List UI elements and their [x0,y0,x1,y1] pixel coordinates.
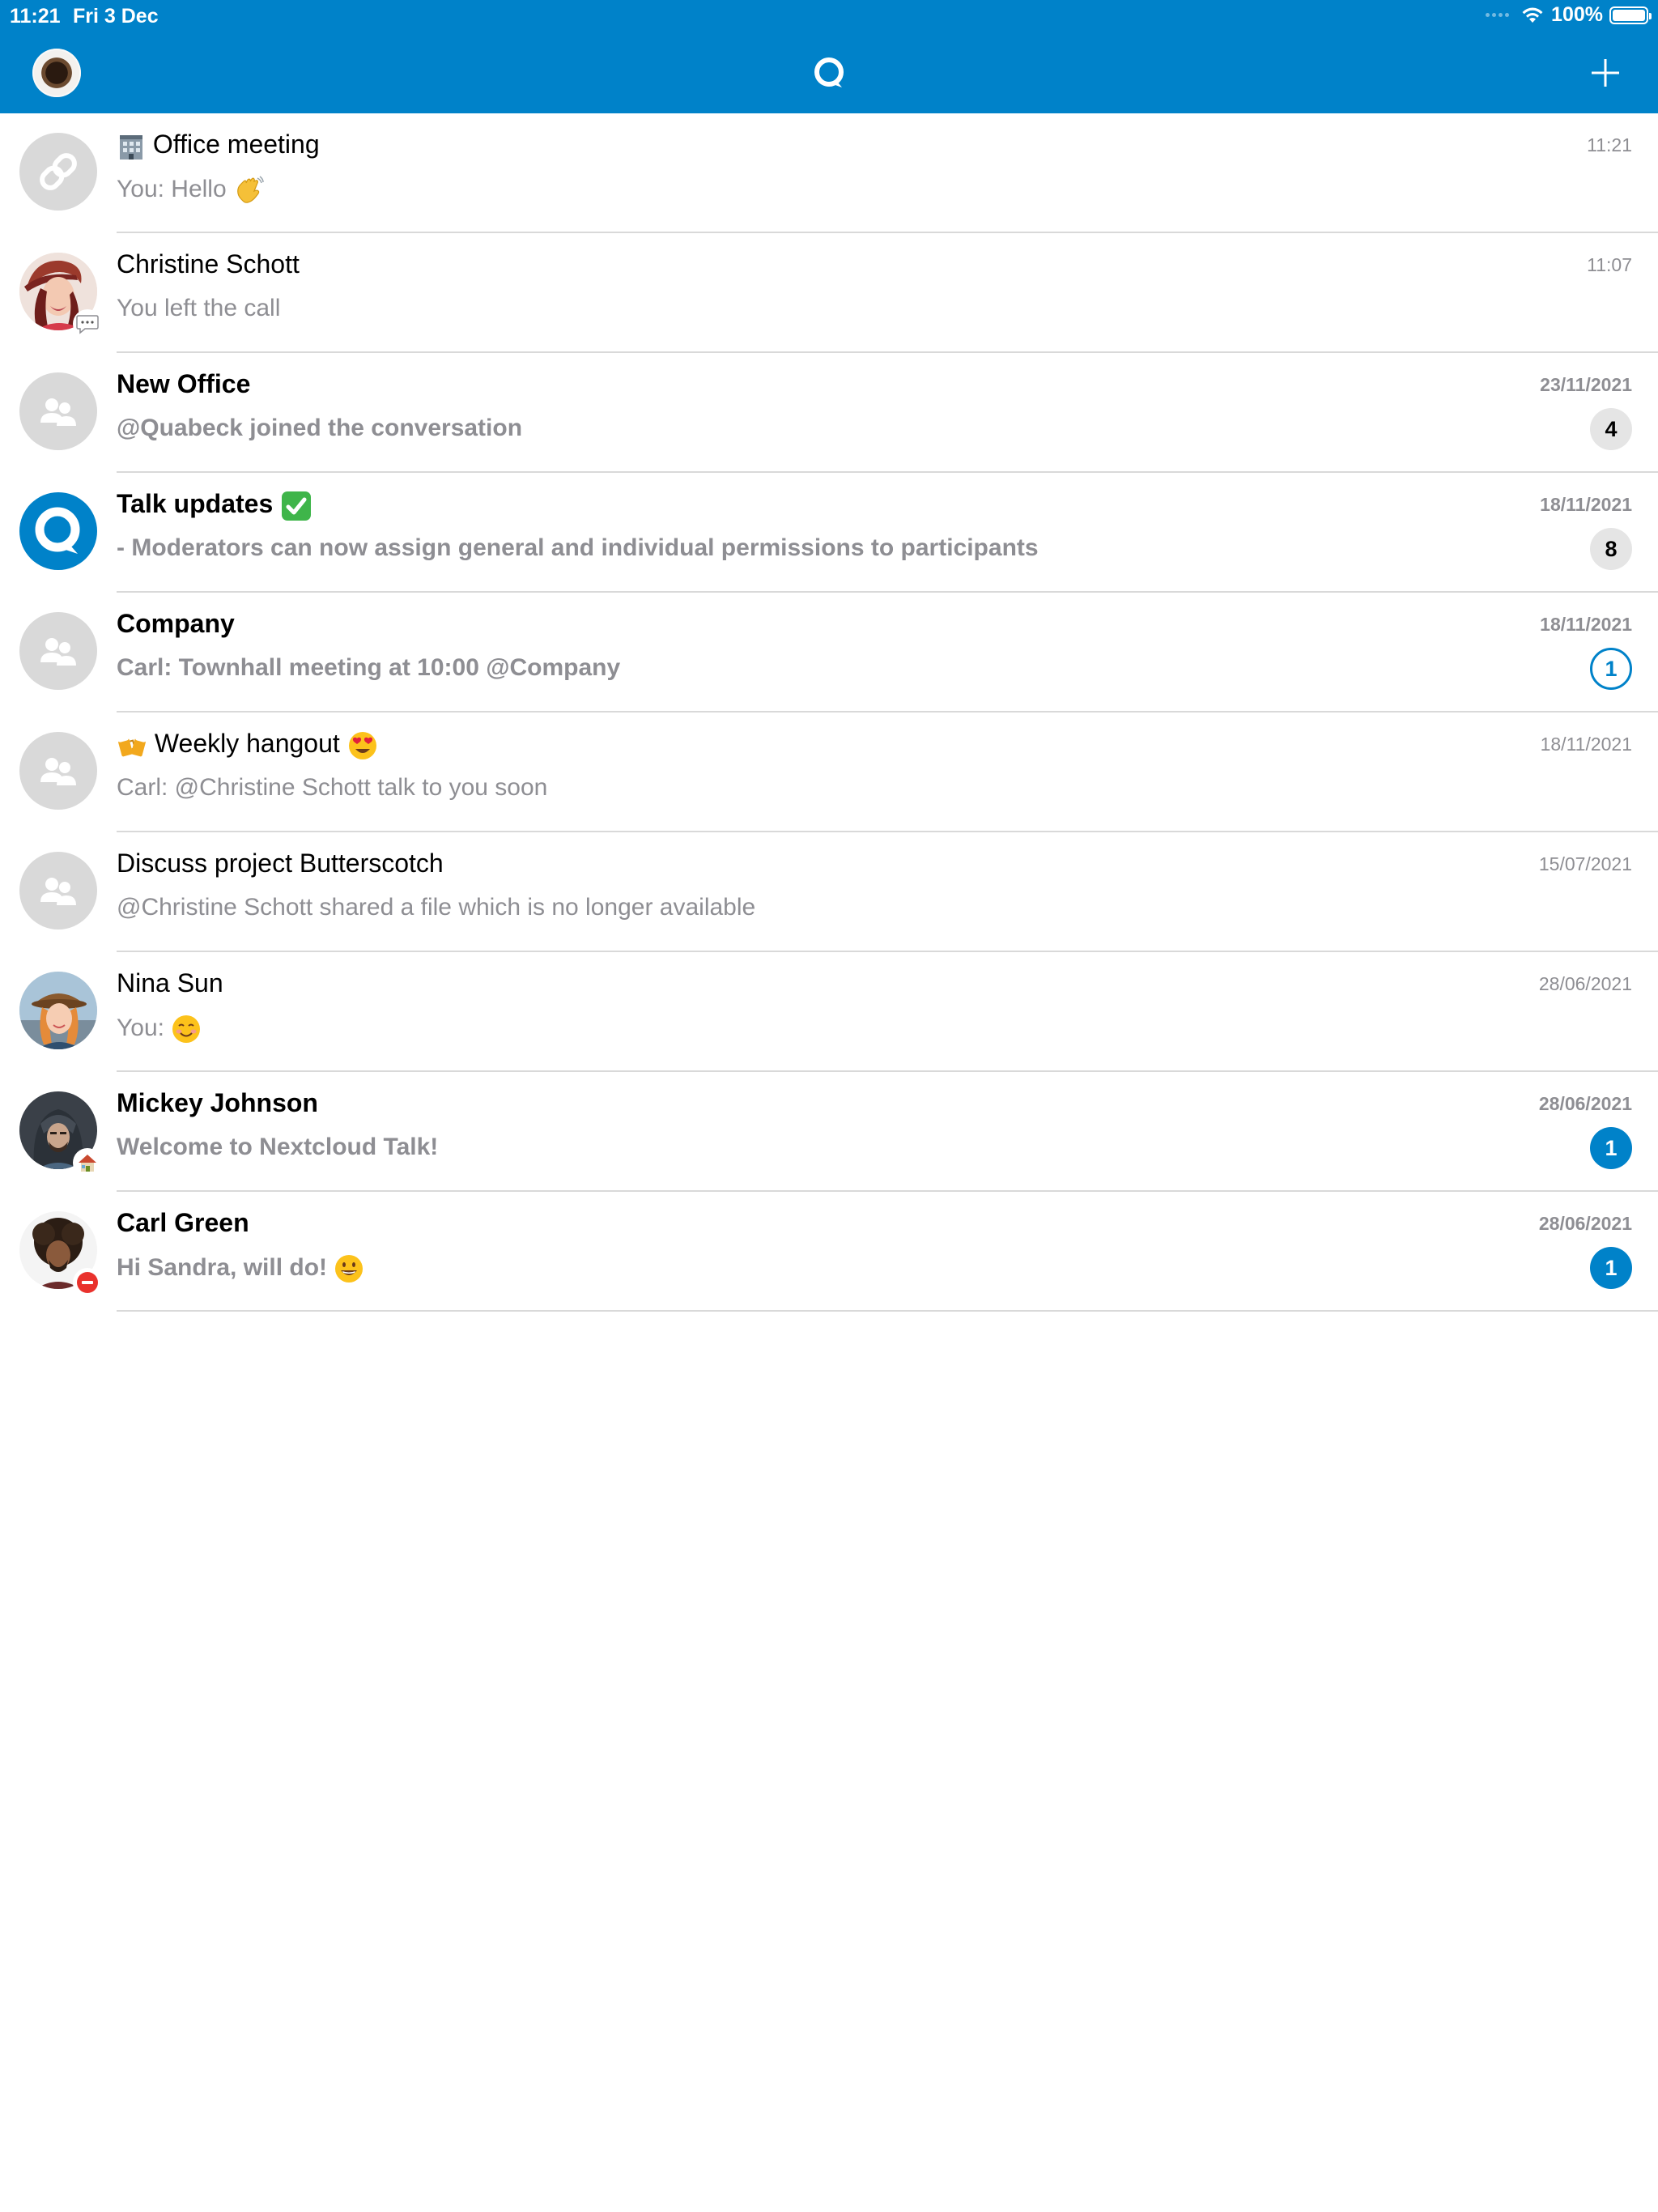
navigation-bar [0,32,1658,113]
last-message: - Moderators can now assign general and … [117,534,1039,561]
talk-logo-icon [814,57,844,87]
heart-eyes-emoji [348,731,376,759]
battery-percent: 100% [1551,3,1603,26]
conversation-row[interactable]: Carl Green Hi Sandra, will do! 28/06/202… [0,1192,1658,1312]
status-time: 11:21 [10,5,61,28]
conversation-title-text: Office meeting [152,130,320,159]
last-message: You: [117,1014,202,1044]
conversation-list: Office meeting You: Hello 11:21 Christin… [0,113,1658,1312]
conversation-time: 23/11/2021 [1540,374,1632,395]
conversation-row[interactable]: Christine Schott You left the call 11:07 [0,233,1658,353]
conversation-row[interactable]: Discuss project Butterscotch @Christine … [0,832,1658,952]
last-message: You left the call [117,295,281,321]
group-icon [19,732,97,810]
conversation-time: 28/06/2021 [1538,1093,1632,1114]
conversation-row[interactable]: Company Carl: Townhall meeting at 10:00 … [0,593,1658,713]
conversation-row[interactable]: Office meeting You: Hello 11:21 [0,113,1658,233]
unread-count-badge: 8 [1590,528,1632,570]
speech-bubble-status-icon [73,309,102,338]
conversation-title: Discuss project Butterscotch [117,849,444,878]
last-message: Welcome to Nextcloud Talk! [117,1134,439,1160]
conversation-title: Weekly hangout [117,729,378,761]
conversation-title: Nina Sun [117,968,223,998]
conversation-time: 15/07/2021 [1538,853,1632,874]
conversation-row[interactable]: Mickey Johnson Welcome to Nextcloud Talk… [0,1072,1658,1192]
last-message-text: You: Hello [117,175,227,202]
conversation-time: 11:07 [1587,254,1632,275]
talk-logo-icon [19,492,97,570]
conversation-row[interactable]: Talk updates - Moderators can now assign… [0,473,1658,593]
plus-icon[interactable] [1585,53,1626,93]
conversation-time: 28/06/2021 [1538,973,1632,994]
conversation-title: Christine Schott [117,249,300,279]
conversation-title: Office meeting [117,130,320,161]
signal-dots-icon [1486,13,1510,17]
conversation-title: New Office [117,369,251,398]
group-icon [19,372,97,450]
conversation-row[interactable]: Weekly hangout Carl: @Christine Schott t… [0,713,1658,832]
last-message: You: Hello [117,175,264,206]
wifi-icon [1522,7,1543,23]
conversation-time: 28/06/2021 [1538,1213,1632,1234]
conversation-title: Carl Green [117,1208,249,1237]
conversation-time: 18/11/2021 [1540,614,1632,635]
conversation-time: 11:21 [1587,134,1632,155]
account-avatar-button[interactable] [32,49,81,97]
row-divider [117,1310,1658,1312]
last-message: Carl: @Christine Schott talk to you soon [117,774,548,801]
conversation-title: Company [117,609,235,638]
mention-count-badge: 1 [1590,648,1632,690]
status-bar: 11:21 Fri 3 Dec 100% [0,0,1658,32]
conversation-row[interactable]: Nina Sun You: 28/06/2021 [0,952,1658,1072]
last-message: Carl: Townhall meeting at 10:00 @Company [117,654,621,681]
last-message: Hi Sandra, will do! [117,1253,364,1284]
last-message: @Christine Schott shared a file which is… [117,894,756,921]
unread-count-badge: 4 [1590,408,1632,450]
avatar-nina [19,972,97,1049]
conversation-time: 18/11/2021 [1540,494,1632,515]
beer-mugs-emoji [117,735,147,756]
status-right: 100% [1486,3,1652,27]
top-bar: 11:21 Fri 3 Dec 100% [0,0,1658,113]
conversation-title-text: Talk updates [117,489,274,518]
conversation-title: Mickey Johnson [117,1088,318,1117]
waving-hand-emoji [237,176,264,203]
conversation-time: 18/11/2021 [1540,734,1632,755]
conversation-title-text: Weekly hangout [154,729,340,758]
mention-count-badge: 1 [1590,1127,1632,1169]
battery-icon [1609,6,1652,24]
check-mark-emoji [282,491,312,521]
conversation-title: Talk updates [117,489,312,522]
status-date: Fri 3 Dec [73,5,159,28]
conversation-row[interactable]: New Office @Quabeck joined the conversat… [0,353,1658,473]
link-icon [19,133,97,211]
grinning-face-emoji [335,1255,363,1283]
do-not-disturb-status-icon [73,1268,102,1297]
last-message-text: Hi Sandra, will do! [117,1253,328,1281]
house-status-icon [73,1148,102,1177]
last-message: @Quabeck joined the conversation [117,415,523,441]
mention-count-badge: 1 [1590,1247,1632,1289]
last-message-text: You: [117,1014,164,1041]
group-icon [19,612,97,690]
smiling-face-emoji [172,1015,201,1043]
office-building-emoji [120,134,142,160]
group-icon [19,852,97,929]
